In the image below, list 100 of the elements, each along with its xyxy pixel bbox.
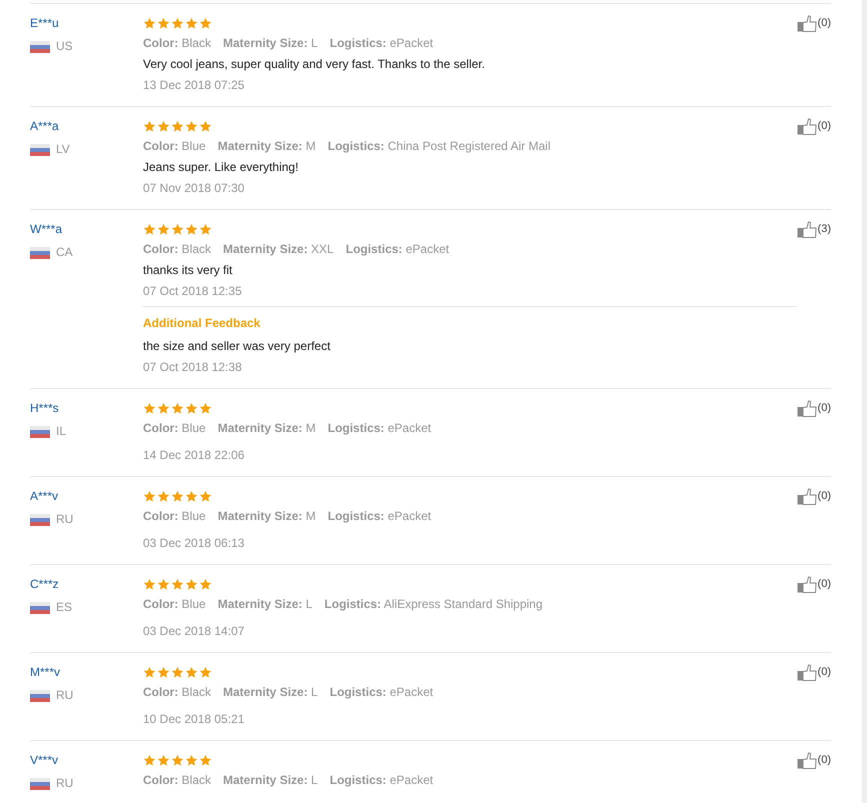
review-date: 07 Nov 2018 07:30 — [143, 180, 246, 197]
star-icon — [199, 222, 212, 236]
like-button[interactable]: (0) — [796, 752, 831, 770]
review-text: Jeans super. Like everything! — [143, 159, 300, 176]
star-icon — [185, 402, 198, 414]
product-attribute: Maternity Size: M — [218, 508, 316, 525]
thumbs-up-icon — [796, 576, 817, 593]
star-icon — [171, 578, 184, 590]
star-icon — [185, 16, 198, 30]
thumbs-up-icon — [796, 221, 817, 238]
like-button[interactable]: (0) — [796, 118, 831, 136]
country-code: RU — [56, 775, 74, 792]
star-icon — [171, 402, 184, 414]
additional-feedback-title: Additional Feedback — [143, 315, 262, 332]
buyer-name[interactable]: W***a — [30, 221, 143, 238]
flag-icon — [30, 40, 50, 52]
star-icon — [157, 666, 170, 678]
flag-icon — [30, 426, 50, 438]
star-icon — [185, 754, 198, 766]
star-icon — [185, 490, 198, 502]
product-attribute: Color: Black — [143, 772, 212, 789]
product-attribute: Logistics: China Post Registered Air Mail — [328, 138, 550, 155]
product-attribute: Logistics: ePacket — [328, 508, 432, 525]
buyer-name[interactable]: A***a — [30, 118, 143, 135]
country-code: RU — [56, 687, 74, 704]
star-icon — [157, 402, 170, 414]
flag-icon — [30, 690, 50, 702]
star-icon — [199, 754, 212, 766]
like-button[interactable]: (0) — [796, 488, 831, 506]
buyer-name[interactable]: H***s — [30, 400, 143, 417]
product-attribute: Color: Black — [143, 35, 212, 52]
star-icon — [157, 120, 170, 132]
review-date: 10 Dec 2018 05:21 — [143, 711, 246, 728]
star-icon — [157, 222, 170, 236]
country-code: IL — [56, 423, 66, 440]
flag-icon — [30, 246, 50, 258]
country-code: LV — [56, 141, 70, 158]
product-attribute: Maternity Size: L — [223, 35, 318, 52]
product-attribute: Maternity Size: M — [218, 420, 316, 437]
buyer-name[interactable]: C***z — [30, 576, 143, 593]
review-text: thanks its very fit — [143, 262, 234, 279]
star-icon — [143, 16, 156, 30]
product-attribute: Logistics: ePacket — [328, 420, 432, 437]
product-attribute: Color: Blue — [143, 596, 206, 613]
product-attribute: Logistics: ePacket — [330, 772, 434, 789]
star-icon — [171, 120, 184, 132]
star-icon — [143, 222, 156, 236]
review-text: Very cool jeans, super quality and very fast. Thanks to the seller. — [143, 56, 486, 73]
review-date: 03 Dec 2018 14:07 — [143, 623, 246, 640]
like-button[interactable]: (0) — [796, 576, 831, 594]
thumbs-up-icon — [796, 15, 817, 32]
like-button[interactable]: (0) — [796, 400, 831, 418]
country-code: RU — [56, 511, 74, 528]
star-icon — [171, 666, 184, 678]
star-icon — [185, 222, 198, 236]
star-icon — [143, 490, 156, 502]
star-icon — [199, 402, 212, 414]
star-icon — [185, 578, 198, 590]
star-icon — [199, 16, 212, 30]
star-icon — [185, 120, 198, 132]
like-button[interactable]: (0) — [796, 664, 831, 682]
buyer-name[interactable]: M***v — [30, 664, 143, 681]
review-date: 14 Dec 2018 22:06 — [143, 447, 246, 464]
thumbs-up-icon — [796, 118, 817, 135]
star-icon — [157, 16, 170, 30]
product-attribute: Logistics: ePacket — [330, 684, 434, 701]
review-text: the size and seller was very perfect — [143, 338, 332, 355]
buyer-name[interactable]: E***u — [30, 15, 143, 32]
star-icon — [143, 666, 156, 678]
flag-icon — [30, 144, 50, 156]
review-date: 13 Dec 2018 07:25 — [143, 77, 246, 94]
country-code: US — [56, 38, 73, 55]
product-attribute: Color: Black — [143, 684, 212, 701]
product-attribute: Maternity Size: XXL — [223, 241, 334, 258]
star-icon — [143, 402, 156, 414]
buyer-name[interactable]: V***v — [30, 752, 143, 769]
flag-icon — [30, 602, 50, 614]
thumbs-up-icon — [796, 752, 817, 769]
product-attribute: Maternity Size: M — [218, 138, 316, 155]
review-date: 03 Dec 2018 06:13 — [143, 535, 246, 552]
buyer-name[interactable]: A***v — [30, 488, 143, 505]
like-button[interactable]: (3) — [796, 221, 831, 239]
star-icon — [171, 16, 184, 30]
like-button[interactable]: (0) — [796, 15, 831, 33]
review-date: 07 Oct 2018 12:35 — [143, 283, 243, 300]
product-attribute: Logistics: AliExpress Standard Shipping — [324, 596, 543, 613]
star-icon — [199, 120, 212, 132]
product-attribute: Color: Blue — [143, 508, 206, 525]
star-icon — [199, 666, 212, 678]
star-icon — [143, 754, 156, 766]
thumbs-up-icon — [796, 664, 817, 681]
star-icon — [171, 754, 184, 766]
product-attribute: Color: Blue — [143, 420, 206, 437]
star-icon — [185, 666, 198, 678]
star-icon — [199, 578, 212, 590]
flag-icon — [30, 778, 50, 790]
star-icon — [157, 578, 170, 590]
product-attribute: Maternity Size: L — [218, 596, 312, 613]
star-icon — [143, 120, 156, 132]
country-code: ES — [56, 599, 72, 616]
